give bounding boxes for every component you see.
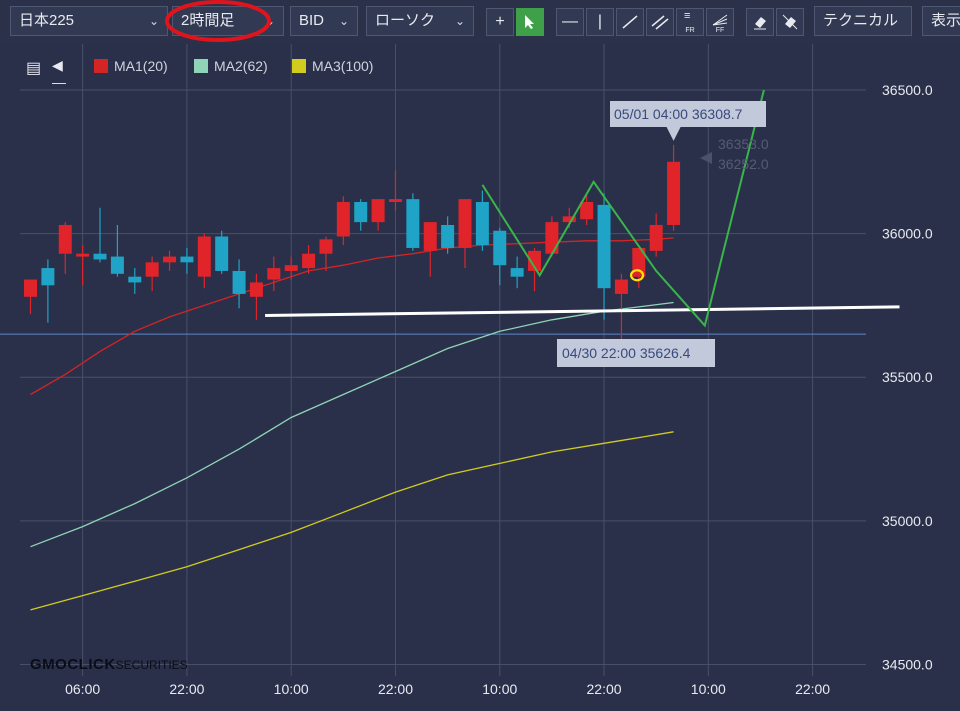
candle-body (128, 276, 142, 283)
candle-body (215, 236, 229, 271)
trendline-icon[interactable] (616, 8, 644, 36)
candle-body (319, 239, 333, 254)
display-button[interactable]: 表示 (922, 6, 960, 36)
x-tick-label: 10:00 (274, 681, 309, 697)
candle-body (475, 202, 489, 246)
logo-brand: GMOCLICK (30, 656, 116, 673)
x-tick-label: 06:00 (65, 681, 100, 697)
horizontal-line-icon[interactable]: — (556, 8, 584, 36)
candle-body (197, 236, 211, 277)
candle-body (76, 253, 90, 257)
chevron-down-icon: ⌄ (148, 14, 159, 28)
timeframe-highlight-circle (165, 0, 271, 42)
ff-label: FF (715, 27, 725, 34)
candle-body (458, 199, 472, 248)
fibonacci-fan-icon[interactable]: FF (706, 8, 734, 36)
price-type-select[interactable]: BID ⌄ (290, 6, 358, 36)
candle-body (441, 224, 455, 248)
x-tick-label: 22:00 (587, 681, 622, 697)
candle-body (667, 161, 681, 225)
current-price-label: 36252.0 (718, 156, 769, 172)
display-label: 表示 (931, 12, 960, 29)
symbol-label: 日本225 (19, 12, 75, 29)
chevron-down-icon: ⌄ (338, 14, 349, 28)
fr-label: FR (685, 27, 695, 34)
candle-body (249, 282, 263, 297)
candlestick-chart[interactable]: 34500.0 35000.0 35500.0 36000.0 36500.0 06:00… (0, 44, 960, 711)
candle-body (302, 253, 316, 269)
technical-button[interactable]: テクニカル (814, 6, 912, 36)
low-label-text: 04/30 22:00 35626.4 (562, 345, 691, 361)
chevron-down-icon: ⌄ (454, 14, 465, 28)
y-tick-label: 35000.0 (882, 513, 933, 529)
symbol-select[interactable]: 日本225 ⌄ (10, 6, 168, 36)
candle-body (58, 224, 72, 254)
y-tick-label: 36500.0 (882, 82, 933, 98)
high-label-text: 05/01 04:00 36308.7 (614, 106, 743, 122)
candle-body (406, 199, 420, 248)
y-tick-label: 34500.0 (882, 657, 933, 673)
crosshair-icon[interactable]: + (486, 8, 514, 36)
x-tick-label: 10:00 (691, 681, 726, 697)
chart-style-label: ローソク (375, 12, 436, 29)
logo-suffix: SECURITIES (115, 658, 188, 672)
eraser-icon[interactable] (746, 8, 774, 36)
candle-body (163, 256, 177, 263)
x-tick-label: 22:00 (169, 681, 204, 697)
candle-body (649, 224, 663, 251)
candle-body (493, 230, 507, 266)
candle-body (145, 262, 159, 277)
candle-body (545, 222, 559, 254)
toolbar: 日本225 ⌄ 2時間足 ⌄ BID ⌄ ローソク ⌄ + — | ≡ FR F… (0, 0, 960, 44)
candle-body (423, 222, 437, 251)
erase-all-icon[interactable] (776, 8, 804, 36)
candle-body (180, 256, 194, 263)
candle-body (284, 265, 298, 271)
pointer-icon[interactable] (516, 8, 544, 36)
candle-body (354, 202, 368, 223)
candle-body (371, 199, 385, 223)
chart-style-select[interactable]: ローソク ⌄ (366, 6, 474, 36)
candle-body (267, 268, 281, 280)
candle-body (580, 202, 594, 220)
candle-body (232, 270, 246, 294)
x-tick-label: 22:00 (378, 681, 413, 697)
candle-body (597, 204, 611, 289)
broker-logo: GMOCLICKSECURITIES (30, 656, 188, 673)
fibonacci-retracement-icon[interactable]: ≡ FR (676, 8, 704, 36)
x-tick-label: 22:00 (795, 681, 830, 697)
price-type-label: BID (299, 12, 325, 29)
current-price-arrow (700, 152, 712, 164)
parallel-channel-icon[interactable] (646, 8, 674, 36)
x-tick-label: 10:00 (482, 681, 517, 697)
candle-body (510, 268, 524, 277)
candle-body (388, 199, 402, 202)
candle-body (93, 253, 107, 260)
vertical-line-icon[interactable]: | (586, 8, 614, 36)
candle-body (110, 256, 124, 274)
current-price-label: 36353.0 (718, 136, 769, 152)
candle-body (614, 279, 628, 294)
technical-label: テクニカル (823, 12, 899, 29)
y-tick-label: 35500.0 (882, 369, 933, 385)
candle-body (41, 268, 55, 286)
candle-body (336, 202, 350, 237)
candle-body (24, 279, 37, 297)
y-tick-label: 36000.0 (882, 226, 933, 242)
high-label-pointer (666, 127, 681, 141)
